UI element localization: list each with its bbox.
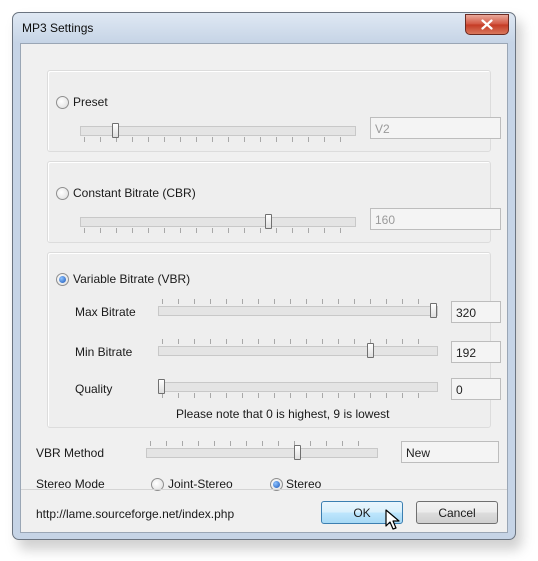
quality-label: Quality [75, 382, 113, 396]
max-bitrate-value[interactable]: 320 [451, 301, 501, 323]
max-bitrate-slider[interactable] [158, 299, 438, 321]
lame-website-link[interactable]: http://lame.sourceforge.net/index.php [36, 507, 234, 521]
cbr-label: Constant Bitrate (CBR) [73, 186, 196, 200]
vbr-method-slider[interactable] [146, 441, 378, 463]
preset-value-field[interactable]: V2 [370, 117, 501, 139]
vbr-label: Variable Bitrate (VBR) [73, 272, 191, 286]
preset-slider[interactable] [80, 119, 356, 142]
vbr-method-label: VBR Method [36, 446, 105, 460]
close-icon [481, 19, 493, 30]
cbr-slider[interactable] [80, 210, 356, 233]
cancel-button-label: Cancel [438, 505, 476, 520]
title-bar[interactable]: MP3 Settings [13, 13, 515, 43]
max-bitrate-slider-thumb[interactable] [430, 303, 437, 318]
min-bitrate-label: Min Bitrate [75, 345, 133, 359]
min-bitrate-slider-thumb[interactable] [367, 343, 375, 358]
quality-slider-thumb[interactable] [158, 379, 165, 394]
quality-slider[interactable] [158, 375, 438, 398]
cbr-slider-thumb[interactable] [264, 214, 272, 229]
cancel-button[interactable]: Cancel [416, 501, 498, 524]
mp3-settings-window: MP3 Settings Preset V2 Constant Bitrate … [12, 12, 516, 540]
footer-divider [21, 489, 507, 490]
quality-value[interactable]: 0 [451, 378, 501, 400]
preset-slider-thumb[interactable] [112, 123, 120, 138]
cbr-value-field[interactable]: 160 [370, 208, 501, 230]
dialog-body: Preset V2 Constant Bitrate (CBR) 160 Var… [20, 43, 508, 533]
mouse-pointer-icon [385, 509, 400, 530]
preset-label: Preset [73, 95, 108, 109]
cbr-group: Constant Bitrate (CBR) 160 [47, 161, 501, 243]
min-bitrate-slider[interactable] [158, 339, 438, 361]
vbr-method-value[interactable]: New [401, 441, 499, 463]
ok-button-label: OK [353, 505, 371, 520]
min-bitrate-value[interactable]: 192 [451, 341, 501, 363]
cbr-radio[interactable] [56, 187, 69, 200]
quality-note: Please note that 0 is highest, 9 is lowe… [176, 407, 390, 421]
close-button[interactable] [465, 14, 509, 35]
vbr-method-slider-thumb[interactable] [293, 445, 301, 460]
max-bitrate-label: Max Bitrate [75, 305, 136, 319]
vbr-group: Variable Bitrate (VBR) Max Bitrate 320 M… [47, 252, 501, 428]
window-title: MP3 Settings [22, 21, 94, 35]
vbr-radio[interactable] [56, 273, 69, 286]
preset-radio[interactable] [56, 96, 69, 109]
preset-group: Preset V2 [47, 70, 501, 152]
